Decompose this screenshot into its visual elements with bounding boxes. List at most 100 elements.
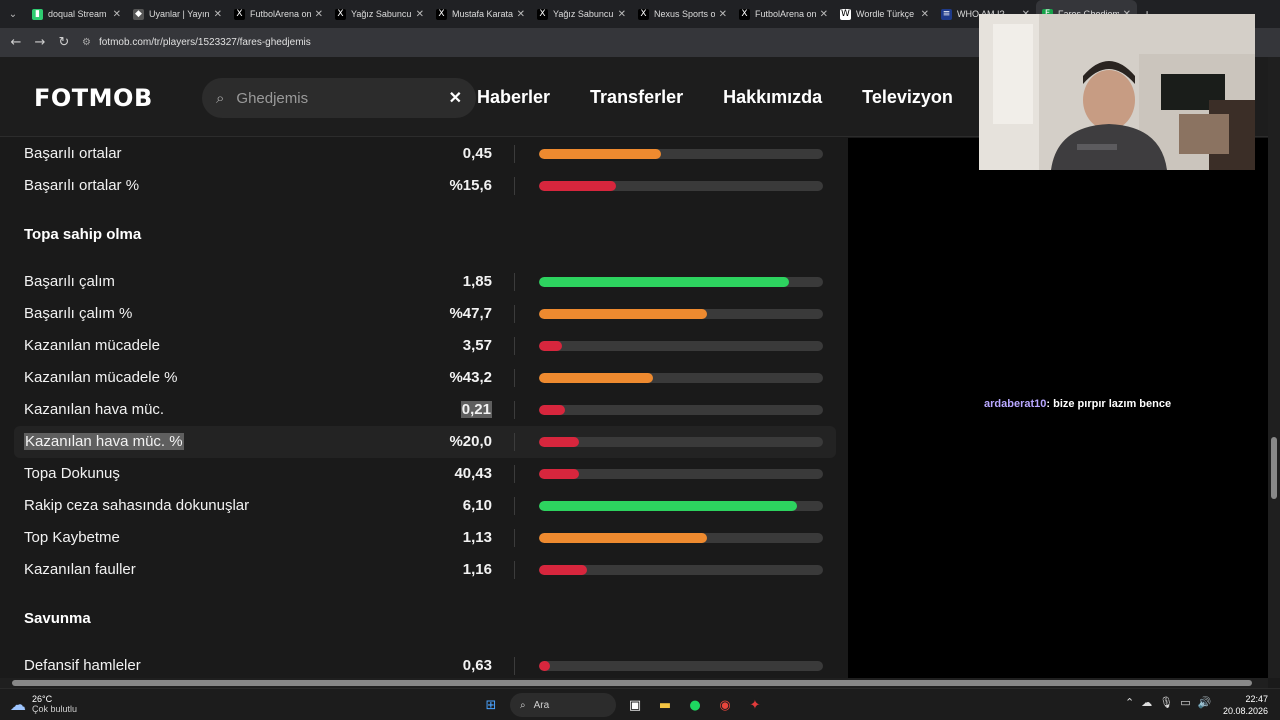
close-tab-icon[interactable]: ✕ (921, 9, 929, 20)
taskbar-search[interactable]: ⌕ Ara (510, 693, 616, 717)
clear-search-icon[interactable]: ✕ (449, 88, 462, 108)
browser-tab[interactable]: X FutbolArena on ✕ (228, 0, 329, 28)
browser-tab[interactable]: X Yağız Sabuncu ✕ (531, 0, 632, 28)
divider (514, 657, 515, 675)
nav-link[interactable]: Transferler (590, 87, 683, 108)
stat-row: Kazanılan fauller 1,16 (14, 554, 836, 586)
browser-tab[interactable]: X Mustafa Karata ✕ (430, 0, 531, 28)
tab-title: FutbolArena on (250, 9, 311, 19)
tray-chevron-icon[interactable]: ⌃ (1125, 696, 1134, 709)
windows-start-icon[interactable]: ⊞ (480, 694, 502, 716)
back-icon[interactable]: ← (4, 35, 28, 50)
stat-row: Başarılı çalım % %47,7 (14, 298, 836, 330)
divider (514, 337, 515, 355)
percentile-fill (539, 149, 662, 159)
percentile-bar (539, 341, 823, 351)
app-icon[interactable]: ✦ (744, 694, 766, 716)
vertical-scroll-thumb[interactable] (1271, 437, 1277, 499)
browser-tab[interactable]: W Wordle Türkçe ✕ (834, 0, 935, 28)
close-tab-icon[interactable]: ✕ (214, 9, 222, 20)
stat-value: 40,43 (454, 465, 492, 482)
horizontal-scroll-thumb[interactable] (12, 680, 1252, 686)
stat-label: Kazanılan hava müc. % (24, 433, 184, 450)
divider (514, 529, 515, 547)
divider (514, 305, 515, 323)
close-tab-icon[interactable]: ✕ (113, 9, 121, 20)
stat-row: Kazanılan mücadele % %43,2 (14, 362, 836, 394)
close-tab-icon[interactable]: ✕ (820, 9, 828, 20)
close-tab-icon[interactable]: ✕ (517, 9, 525, 20)
stat-value: %47,7 (449, 305, 492, 322)
stat-label: Başarılı çalım (24, 273, 115, 290)
chrome-icon[interactable]: ◉ (714, 694, 736, 716)
nav-link[interactable]: Hakkımızda (723, 87, 822, 108)
site-info-icon[interactable]: ⚙ (82, 37, 91, 48)
percentile-fill (539, 405, 565, 415)
percentile-bar (539, 373, 823, 383)
close-tab-icon[interactable]: ✕ (315, 9, 323, 20)
browser-tab[interactable]: X Nexus Sports o ✕ (632, 0, 733, 28)
percentile-fill (539, 565, 588, 575)
taskbar-apps: ⊞ ⌕ Ara ▣ ▬ ● ◉ ✦ (480, 693, 766, 717)
microphone-icon[interactable]: 🎙 (1159, 696, 1173, 709)
percentile-fill (539, 661, 551, 671)
section-heading: Topa sahip olma (24, 226, 142, 243)
file-explorer-icon[interactable]: ▬ (654, 694, 676, 716)
tray-cloud-icon[interactable]: ☁ (1141, 696, 1152, 709)
search-icon: ⌕ (216, 89, 225, 107)
task-view-icon[interactable]: ▣ (624, 694, 646, 716)
stat-row: Başarılı çalım 1,85 (14, 266, 836, 298)
player-stats-panel: Başarılı ortalar 0,45 Başarılı ortalar % %1… (0, 138, 848, 678)
stat-label: Başarılı çalım % (24, 305, 133, 322)
fotmob-logo[interactable]: FOTMOB (34, 84, 153, 112)
stat-row: Kazanılan mücadele 3,57 (14, 330, 836, 362)
stat-value: 0,21 (460, 401, 492, 418)
divider (514, 177, 515, 195)
main-nav: Haberler Transferler Hakkımızda Televizyon (477, 87, 953, 108)
stat-value: 1,85 (462, 273, 492, 290)
nav-link[interactable]: Haberler (477, 87, 550, 108)
close-tab-icon[interactable]: ✕ (719, 9, 727, 20)
system-clock[interactable]: 22:47 20.08.2026 (1223, 693, 1268, 717)
stat-row: Top Kaybetme 1,13 (14, 522, 836, 554)
percentile-bar (539, 565, 823, 575)
url-text: fotmob.com/tr/players/1523327/fares-ghed… (98, 37, 311, 48)
browser-tab[interactable]: X FutbolArena on ✕ (733, 0, 834, 28)
search-input[interactable]: Ghedjemis (236, 90, 448, 107)
search-box[interactable]: ⌕ Ghedjemis ✕ (202, 78, 476, 118)
tab-search-icon[interactable]: ⌄ (0, 0, 26, 28)
divider (514, 145, 515, 163)
stat-label: Kazanılan mücadele % (24, 369, 178, 386)
browser-tab[interactable]: ◆ Uyanlar | Yayın ✕ (127, 0, 228, 28)
browser-tab[interactable]: X Yağız Sabuncu ✕ (329, 0, 430, 28)
taskbar-search-icon: ⌕ (520, 699, 526, 711)
vertical-scrollbar[interactable] (1268, 57, 1280, 678)
close-tab-icon[interactable]: ✕ (618, 9, 626, 20)
spotify-icon[interactable]: ● (684, 694, 706, 716)
divider (514, 401, 515, 419)
browser-tab[interactable]: ▮ doqual Stream ✕ (26, 0, 127, 28)
stat-label: Kazanılan fauller (24, 561, 136, 578)
percentile-fill (539, 309, 707, 319)
stat-label: Top Kaybetme (24, 529, 120, 546)
forward-icon[interactable]: → (28, 35, 52, 50)
reload-icon[interactable]: ↻ (52, 35, 76, 50)
url-field[interactable]: ⚙ fotmob.com/tr/players/1523327/fares-gh… (82, 37, 311, 48)
stat-label: Defansif hamleler (24, 657, 141, 674)
close-tab-icon[interactable]: ✕ (416, 9, 424, 20)
divider (514, 465, 515, 483)
nav-link[interactable]: Televizyon (862, 87, 953, 108)
stat-value: 6,10 (462, 497, 492, 514)
stat-value: 1,13 (462, 529, 492, 546)
horizontal-scrollbar[interactable] (0, 678, 1268, 688)
stat-label: Kazanılan mücadele (24, 337, 160, 354)
stat-value: 0,45 (462, 145, 492, 162)
percentile-bar (539, 533, 823, 543)
stat-label: Başarılı ortalar % (24, 177, 140, 194)
weather-desc: Çok bulutlu (32, 704, 78, 714)
tab-title: Mustafa Karata (452, 9, 513, 19)
volume-icon[interactable]: 🔊 (1198, 696, 1212, 709)
stat-value: %43,2 (449, 369, 492, 386)
weather-widget[interactable]: ☁ 26°C Çok bulutlu (10, 694, 77, 714)
display-icon[interactable]: ▭ (1180, 696, 1190, 709)
